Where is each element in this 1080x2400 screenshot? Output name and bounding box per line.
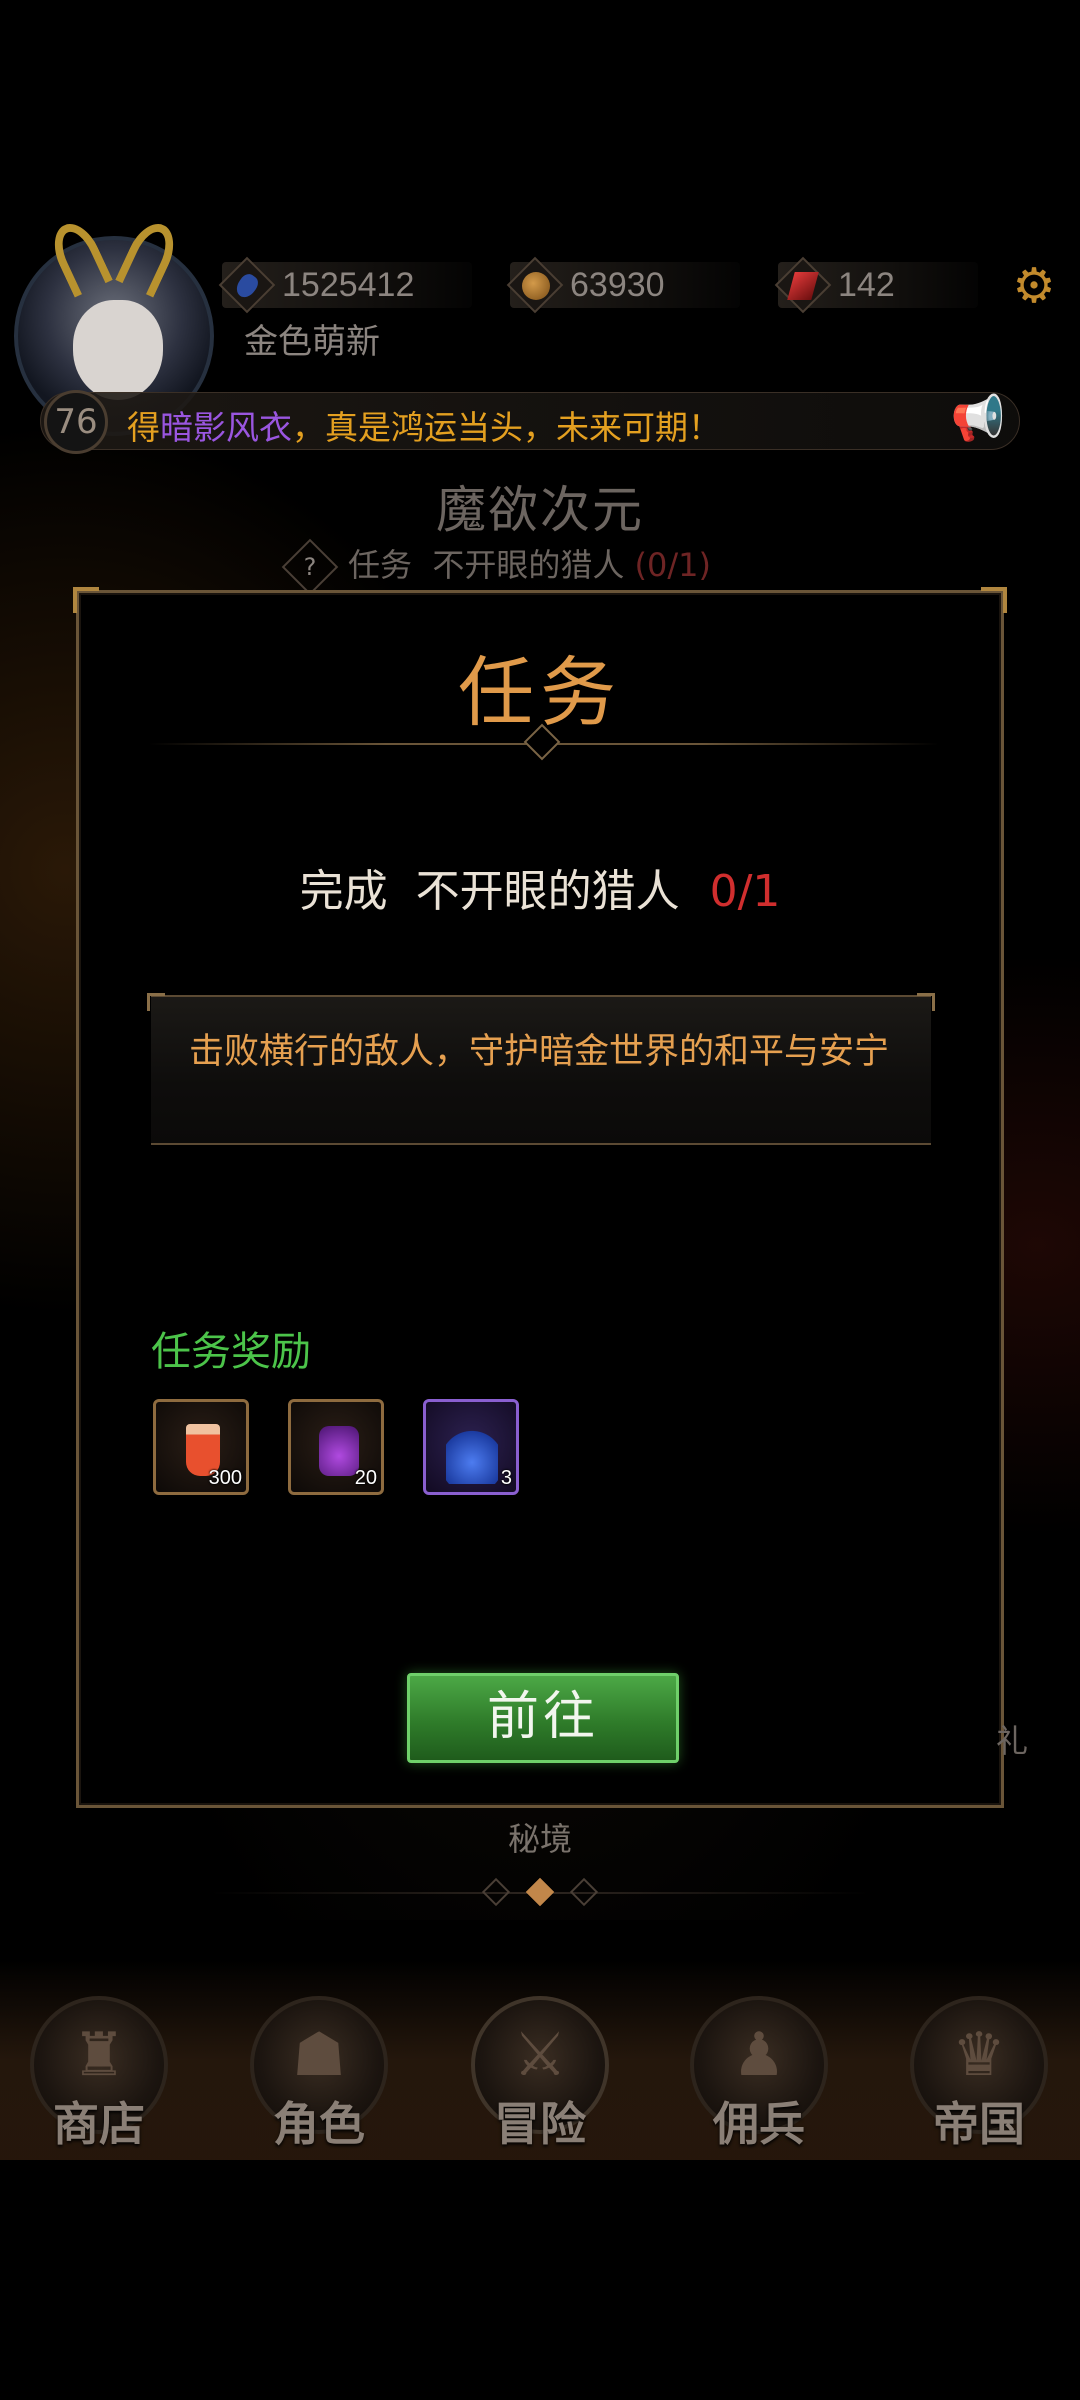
rubies-value: 142: [838, 266, 895, 304]
nav-label: 帝国: [933, 2097, 1025, 2151]
page-dot-active: [525, 1877, 555, 1907]
description-box: 击败横行的敌人，守护暗金世界的和平与安宁: [147, 993, 935, 1145]
nav-adventure[interactable]: ⚔ 冒险: [465, 1990, 615, 2160]
quest-objective: 完成 不开眼的猎人 0/1: [299, 866, 781, 917]
nav-mercenary[interactable]: ♟ 佣兵: [684, 1990, 834, 2160]
gems-value: 1525412: [282, 266, 415, 304]
currency-gems[interactable]: 1525412: [218, 256, 472, 314]
reward-qty: 300: [208, 1467, 242, 1489]
currency-coins[interactable]: 63930: [506, 256, 740, 314]
reward-qty: 20: [354, 1467, 377, 1489]
quest-dialog: 任务 完成 不开眼的猎人 0/1 击败横行的敌人，守护暗金世界的和平与安宁 任务奖…: [73, 587, 1007, 1808]
reward-qty: 3: [500, 1467, 512, 1489]
page-dot: [569, 1877, 599, 1907]
avatar-face: [73, 300, 163, 400]
broadcast-text: 得暗影风衣，真是鸿运当头，未来可期！: [127, 408, 721, 447]
currency-rubies[interactable]: 142: [774, 256, 978, 314]
go-button[interactable]: 前往: [407, 1673, 679, 1763]
reward-item[interactable]: 20: [288, 1399, 384, 1495]
coins-value: 63930: [570, 266, 665, 304]
crossed-swords-icon: ⚔: [513, 2020, 567, 2090]
crown-icon: ♛: [952, 2020, 1006, 2090]
area-title: 魔欲次元: [436, 481, 644, 539]
frame-corner: [73, 587, 99, 613]
ruby-icon: [774, 256, 832, 314]
reward-item[interactable]: 300: [153, 1399, 249, 1495]
page-dot: [481, 1877, 511, 1907]
player-name: 金色萌新: [244, 322, 380, 362]
reward-title: 任务奖励: [151, 1329, 311, 1375]
objective-count: 0/1: [709, 866, 781, 917]
blue-gem-icon: [218, 256, 276, 314]
character-icon: ☗: [292, 2020, 346, 2090]
nav-label: 冒险: [494, 2097, 586, 2151]
nav-empire[interactable]: ♛ 帝国: [904, 1990, 1054, 2160]
nav-label: 商店: [53, 2097, 145, 2151]
purple-potion-icon: [319, 1426, 359, 1476]
reward-item[interactable]: 3: [423, 1399, 519, 1495]
mercenary-icon: ♟: [732, 2020, 786, 2090]
blue-flask-icon: [446, 1412, 498, 1484]
nav-character[interactable]: ☗ 角色: [244, 1990, 394, 2160]
question-icon: ?: [281, 538, 339, 596]
avatar-horn-left: [45, 216, 113, 298]
shop-icon: ♜: [72, 2020, 126, 2090]
nav-shop[interactable]: ♜ 商店: [24, 1990, 174, 2160]
broadcast-bar: 得暗影风衣，真是鸿运当头，未来可期！: [40, 392, 1020, 450]
nav-label: 角色: [273, 2097, 365, 2151]
nav-label: 佣兵: [713, 2097, 805, 2151]
quest-tracker[interactable]: ? 任务 不开眼的猎人 (0/1): [281, 538, 711, 596]
page-indicator: [480, 1877, 600, 1908]
coin-icon: [506, 256, 564, 314]
frame-corner: [981, 587, 1007, 613]
gear-icon[interactable]: ⚙: [1010, 262, 1058, 310]
secret-realm-label[interactable]: 秘境: [0, 1814, 1080, 1860]
avatar-horn-right: [115, 216, 183, 298]
quest-description: 击败横行的敌人，守护暗金世界的和平与安宁: [188, 1032, 889, 1072]
level-badge: 76: [44, 390, 108, 454]
side-gift-label[interactable]: 礼: [996, 1716, 1028, 1762]
broadcast-item: 暗影风衣: [160, 408, 292, 447]
megaphone-icon[interactable]: 📢: [950, 392, 1006, 446]
